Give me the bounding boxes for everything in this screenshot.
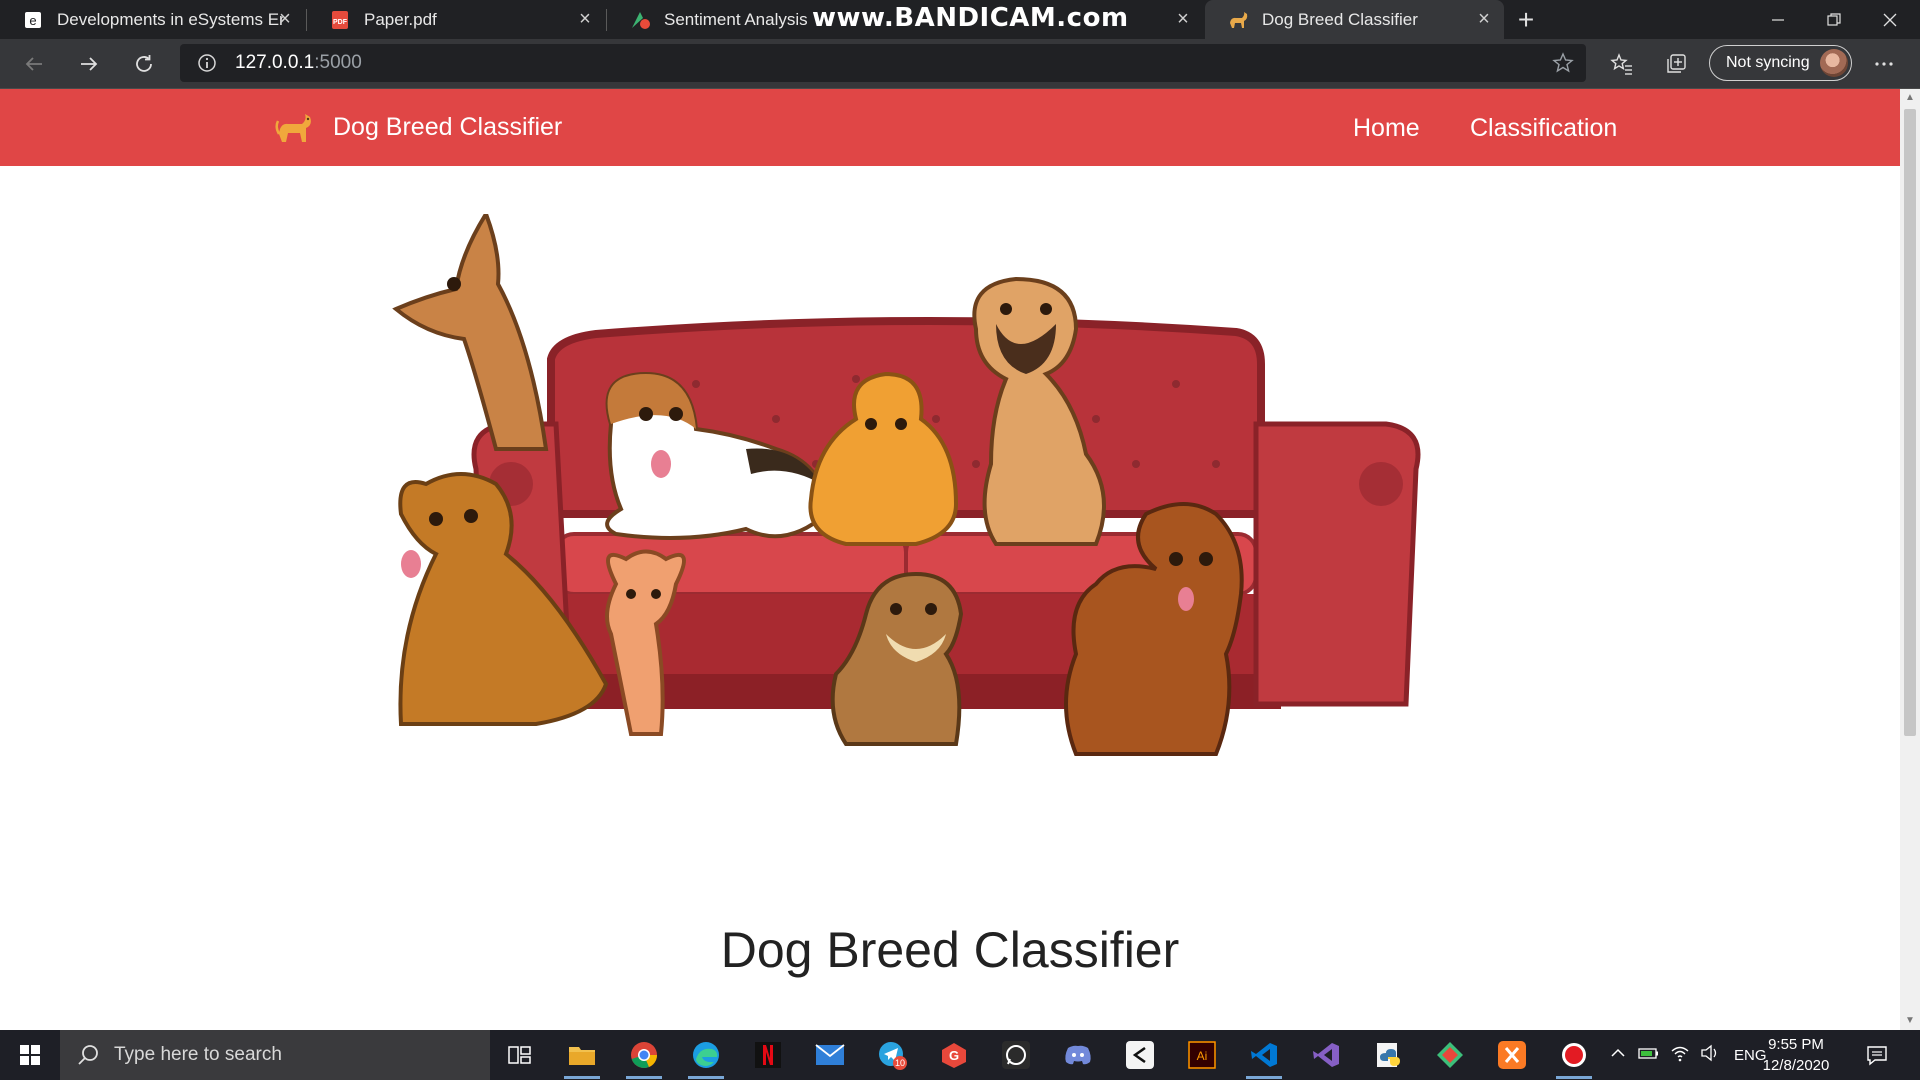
active-app-indicator bbox=[1246, 1076, 1282, 1079]
tab-paper-pdf[interactable]: PDF Paper.pdf × bbox=[307, 0, 605, 39]
url-host: 127.0.0.1 bbox=[235, 52, 315, 73]
close-tab-icon[interactable]: × bbox=[275, 8, 295, 30]
gitkraken-icon[interactable] bbox=[1428, 1035, 1472, 1075]
capcut-icon[interactable] bbox=[1118, 1035, 1162, 1075]
recording-watermark: www.BANDICAM.com bbox=[812, 3, 1129, 33]
mail-icon[interactable] bbox=[808, 1035, 852, 1075]
grammarly-icon[interactable]: G bbox=[932, 1035, 976, 1075]
edge-doc-icon: e bbox=[22, 9, 44, 31]
dogs-on-sofa-illustration bbox=[392, 214, 1421, 756]
scroll-down-icon[interactable]: ▼ bbox=[1905, 1016, 1915, 1026]
tab-developments[interactable]: e Developments in eSystems Engir × bbox=[0, 0, 305, 39]
vscode-icon[interactable] bbox=[1242, 1035, 1286, 1079]
brand-name: Dog Breed Classifier bbox=[333, 112, 563, 141]
show-hidden-icons-icon[interactable] bbox=[1610, 1045, 1626, 1066]
edge-icon[interactable] bbox=[684, 1035, 728, 1079]
tab-dog-breed-classifier[interactable]: Dog Breed Classifier × bbox=[1205, 0, 1504, 39]
svg-text:e: e bbox=[29, 13, 36, 28]
site-navbar: Dog Breed Classifier Home Classification bbox=[0, 89, 1900, 166]
minimize-window-icon[interactable] bbox=[1750, 0, 1806, 39]
notifications-icon[interactable] bbox=[1866, 1044, 1888, 1071]
favorites-icon[interactable] bbox=[1606, 48, 1638, 80]
volume-icon[interactable] bbox=[1700, 1044, 1720, 1067]
active-app-indicator bbox=[688, 1076, 724, 1079]
bandicam-icon[interactable] bbox=[1552, 1035, 1596, 1079]
discord-icon[interactable] bbox=[1056, 1035, 1100, 1075]
python-idle-icon[interactable] bbox=[1366, 1035, 1410, 1075]
sentiment-app-icon bbox=[629, 9, 651, 31]
battery-icon[interactable] bbox=[1638, 1045, 1660, 1066]
taskbar-clock[interactable]: 9:55 PM 12/8/2020 bbox=[1756, 1034, 1836, 1076]
svg-text:G: G bbox=[949, 1048, 959, 1063]
close-tab-icon[interactable]: × bbox=[575, 8, 595, 30]
close-window-icon[interactable] bbox=[1862, 0, 1918, 39]
nav-home-link[interactable]: Home bbox=[1353, 114, 1420, 143]
scrollbar-thumb[interactable] bbox=[1904, 109, 1916, 736]
restore-window-icon[interactable] bbox=[1806, 0, 1862, 39]
avatar bbox=[1820, 49, 1848, 77]
windows-start-icon[interactable] bbox=[0, 1030, 60, 1080]
back-icon[interactable] bbox=[18, 48, 50, 80]
svg-text:Ai: Ai bbox=[1197, 1049, 1208, 1063]
url-port: :5000 bbox=[314, 52, 362, 73]
active-app-indicator bbox=[1556, 1076, 1592, 1079]
tab-title: Developments in eSystems Engir bbox=[57, 9, 283, 29]
nav-classification-link[interactable]: Classification bbox=[1470, 114, 1617, 143]
address-bar[interactable]: 127.0.0.1:5000 bbox=[180, 44, 1586, 82]
page-scrollbar[interactable]: ▲ ▼ bbox=[1900, 89, 1920, 1030]
svg-text:PDF: PDF bbox=[333, 19, 348, 26]
telegram-icon[interactable]: 10 bbox=[870, 1035, 914, 1075]
scroll-up-icon[interactable]: ▲ bbox=[1905, 93, 1915, 103]
tab-title: Dog Breed Classifier bbox=[1262, 9, 1418, 29]
refresh-icon[interactable] bbox=[128, 48, 160, 80]
clock-date: 12/8/2020 bbox=[1762, 1057, 1830, 1074]
page-heading: Dog Breed Classifier bbox=[720, 922, 1180, 978]
more-options-icon[interactable] bbox=[1868, 48, 1900, 80]
sync-status-label: Not syncing bbox=[1726, 54, 1810, 71]
system-tray: ENG bbox=[1606, 1030, 1767, 1080]
taskbar-search-box[interactable]: Type here to search bbox=[60, 1030, 490, 1080]
close-tab-icon[interactable]: × bbox=[1173, 8, 1193, 30]
tab-title: Paper.pdf bbox=[364, 9, 437, 29]
dog-logo-icon bbox=[275, 114, 311, 142]
site-brand[interactable]: Dog Breed Classifier bbox=[275, 109, 562, 145]
illustrator-icon[interactable]: Ai bbox=[1180, 1035, 1224, 1075]
search-icon bbox=[78, 1045, 98, 1065]
file-explorer-icon[interactable] bbox=[560, 1035, 604, 1079]
clock-time: 9:55 PM bbox=[1768, 1036, 1824, 1053]
wifi-icon[interactable] bbox=[1670, 1044, 1690, 1067]
close-tab-icon[interactable]: × bbox=[1474, 8, 1494, 30]
site-info-icon[interactable] bbox=[197, 53, 217, 78]
browser-toolbar: 127.0.0.1:5000 Not syncing bbox=[0, 39, 1920, 89]
browser-tab-strip: e Developments in eSystems Engir × PDF P… bbox=[0, 0, 1920, 39]
netflix-icon[interactable] bbox=[746, 1035, 790, 1075]
favorite-star-icon[interactable] bbox=[1552, 52, 1574, 79]
active-app-indicator bbox=[564, 1076, 600, 1079]
tab-title: Sentiment Analysis bbox=[664, 9, 808, 29]
whatsapp-icon[interactable] bbox=[994, 1035, 1038, 1075]
pdf-icon: PDF bbox=[329, 9, 351, 31]
search-placeholder: Type here to search bbox=[114, 1044, 282, 1065]
visual-studio-icon[interactable] bbox=[1304, 1035, 1348, 1075]
windows-taskbar: Type here to search 10 G Ai ENG 9:55 PM … bbox=[0, 1030, 1920, 1080]
forward-icon[interactable] bbox=[73, 48, 105, 80]
active-app-indicator bbox=[626, 1076, 662, 1079]
profile-sync-button[interactable]: Not syncing bbox=[1709, 45, 1852, 81]
url-text[interactable]: 127.0.0.1:5000 bbox=[235, 52, 362, 74]
task-view-icon[interactable] bbox=[498, 1035, 542, 1075]
telegram-unread-badge: 10 bbox=[895, 1058, 905, 1068]
web-page: Dog Breed Classifier Home Classification bbox=[0, 89, 1900, 1030]
xampp-icon[interactable] bbox=[1490, 1035, 1534, 1075]
collections-icon[interactable] bbox=[1660, 48, 1692, 80]
dog-icon bbox=[1227, 9, 1249, 31]
new-tab-icon[interactable]: + bbox=[1512, 4, 1540, 35]
chrome-icon[interactable] bbox=[622, 1035, 666, 1079]
